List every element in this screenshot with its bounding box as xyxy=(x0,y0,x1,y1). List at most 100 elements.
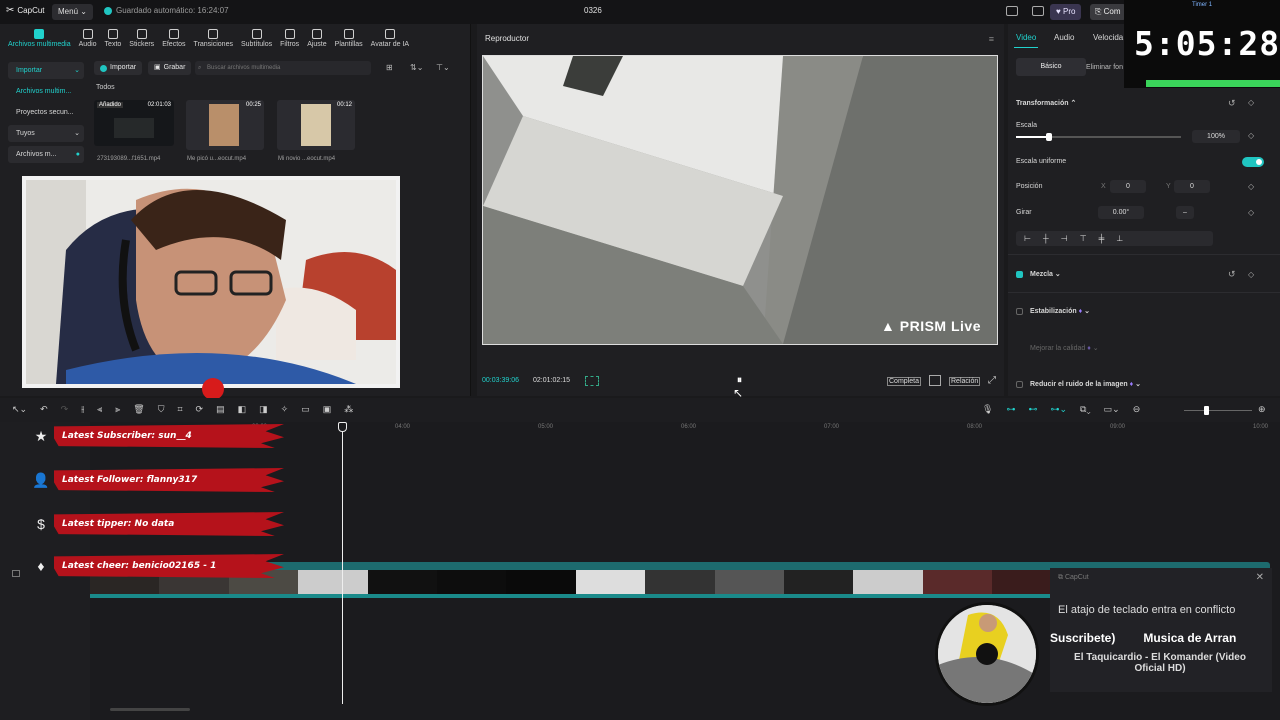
reverse-icon[interactable]: ◧ xyxy=(238,404,247,415)
snap-icon[interactable]: ⊷ xyxy=(1028,404,1037,415)
record-button[interactable]: ▣ Grabar xyxy=(148,61,192,75)
zoom-slider-knob[interactable] xyxy=(1204,406,1209,415)
keyframe-icon[interactable]: ◇ xyxy=(1248,182,1254,191)
delete-icon[interactable]: 🗑 xyxy=(133,404,144,415)
tab-plantillas[interactable]: Plantillas xyxy=(331,24,367,50)
split-view-icon[interactable]: ⧉⌄ xyxy=(1080,404,1091,415)
transform-heading[interactable]: Transformación ⌃ xyxy=(1016,99,1076,107)
video-preview[interactable]: ▲ PRISM Live xyxy=(482,55,998,345)
blend-checkbox[interactable] xyxy=(1016,271,1023,278)
tab-avatar-de-ia[interactable]: Avatar de IA xyxy=(367,24,413,50)
close-icon[interactable]: ✕ xyxy=(1256,572,1264,583)
tab-ajuste[interactable]: Ajuste xyxy=(303,24,330,50)
tab-efectos[interactable]: Efectos xyxy=(158,24,189,50)
noise-checkbox[interactable] xyxy=(1016,381,1023,388)
position-y-field[interactable]: 0 xyxy=(1174,180,1210,193)
zoom-out-icon[interactable]: ⊖ xyxy=(1133,404,1141,415)
import-category[interactable]: Importar ⌄ xyxy=(8,62,84,79)
menu-button[interactable]: Menú ⌄ xyxy=(52,4,93,20)
media-item-3[interactable]: 00:12 xyxy=(277,100,355,150)
track-cover-icon[interactable] xyxy=(12,570,20,577)
media-item-2[interactable]: 00:25 xyxy=(186,100,264,150)
caption-icon[interactable]: ▭ xyxy=(301,404,310,415)
motion-icon[interactable]: ⁂ xyxy=(344,404,353,415)
sidebar-item-projects[interactable]: Proyectos secun... xyxy=(8,104,84,121)
undo-icon[interactable]: ↶ xyxy=(40,404,48,415)
reduce-noise-label[interactable]: Reducir el ruido de la imagen ♦ ⌄ xyxy=(1030,380,1141,388)
speed-icon[interactable]: ⟳ xyxy=(196,404,204,415)
keyframe-icon[interactable]: ◇ xyxy=(1248,131,1254,140)
playhead[interactable] xyxy=(342,422,343,704)
stabilize-checkbox[interactable] xyxy=(1016,308,1023,315)
share-button[interactable]: ⎘ Com xyxy=(1090,4,1126,20)
player-menu-icon[interactable]: ≡ xyxy=(989,34,994,44)
mark-icon[interactable]: ⛉ xyxy=(158,404,165,415)
sort-icon[interactable]: ⇅⌄ xyxy=(410,63,423,72)
layout-icon[interactable] xyxy=(1006,6,1018,16)
split-left-icon[interactable]: ⫷ xyxy=(97,404,102,415)
flip-button[interactable]: – xyxy=(1176,206,1194,219)
align-bottom-icon[interactable]: ⊥ xyxy=(1116,231,1123,246)
shortcuts-icon[interactable] xyxy=(1032,6,1044,16)
align-top-icon[interactable]: ⊤ xyxy=(1080,231,1087,246)
tab-subtítulos[interactable]: Subtítulos xyxy=(237,24,276,50)
screenshot-icon[interactable] xyxy=(929,375,941,386)
uniform-scale-toggle[interactable] xyxy=(1242,157,1264,167)
keyframe-icon[interactable]: ◇ xyxy=(1248,98,1254,107)
preview-axis-icon[interactable]: ⊶⌄ xyxy=(1050,404,1067,415)
freeze-icon[interactable]: ▤ xyxy=(216,404,225,415)
align-center-icon[interactable]: ┼ xyxy=(1043,231,1049,246)
tab-texto[interactable]: Texto xyxy=(101,24,126,50)
image-icon[interactable]: ▣ xyxy=(323,404,332,415)
mirror-icon[interactable]: ◨ xyxy=(259,404,268,415)
tab-archivos-multimedia[interactable]: Archivos multimedia xyxy=(4,24,75,50)
scale-field[interactable]: 100% xyxy=(1192,130,1240,143)
full-quality-button[interactable]: Completa xyxy=(887,377,921,386)
filter-icon[interactable]: ⊤⌄ xyxy=(436,63,450,72)
redo-icon[interactable]: ↷ xyxy=(61,404,69,415)
rotate-field[interactable]: 0.00° xyxy=(1098,206,1144,219)
align-middle-icon[interactable]: ╪ xyxy=(1099,231,1105,246)
reset-icon[interactable]: ↺ xyxy=(1228,98,1236,109)
keyframe-icon[interactable]: ◇ xyxy=(1248,270,1254,279)
pro-button[interactable]: ♥ Pro xyxy=(1050,4,1082,20)
sidebar-item-files[interactable]: Archivos m... ● xyxy=(8,146,84,163)
tab-speed[interactable]: Velocida xyxy=(1093,33,1123,42)
sidebar-item-yours[interactable]: Tuyos ⌄ xyxy=(8,125,84,142)
split-icon[interactable]: ⫲ xyxy=(81,404,84,415)
import-button[interactable]: Importar xyxy=(94,61,143,75)
zoom-slider[interactable] xyxy=(1184,406,1252,415)
search-input[interactable]: ⌕ Buscar archivos multimedia xyxy=(195,61,371,75)
scale-slider-knob[interactable] xyxy=(1046,133,1052,141)
fullscreen-icon[interactable]: ⤢ xyxy=(988,375,996,386)
tab-audio[interactable]: Audio xyxy=(1054,33,1074,42)
pause-button[interactable]: ⏸ xyxy=(737,375,742,386)
sidebar-item-media[interactable]: Archivos multim... xyxy=(8,83,84,100)
link-icon[interactable]: ⊶ xyxy=(1006,404,1015,415)
stabilize-label[interactable]: Estabilización ♦ ⌄ xyxy=(1030,307,1090,315)
magic-icon[interactable]: ✧ xyxy=(281,404,289,415)
tab-audio[interactable]: Audio xyxy=(75,24,101,50)
tab-transiciones[interactable]: Transiciones xyxy=(190,24,237,50)
align-left-icon[interactable]: ⊢ xyxy=(1024,231,1031,246)
aspect-ratio-button[interactable]: Relación xyxy=(949,377,981,386)
media-item-1[interactable]: Añadido 02:01:03 xyxy=(94,100,174,146)
align-right-icon[interactable]: ⊣ xyxy=(1061,231,1068,246)
reset-icon[interactable]: ↺ xyxy=(1228,269,1236,280)
tab-video[interactable]: Video xyxy=(1016,33,1036,42)
blend-label[interactable]: Mezcla ⌄ xyxy=(1030,270,1061,278)
keyframe-icon[interactable]: ◇ xyxy=(1248,208,1254,217)
select-tool-icon[interactable]: ↖⌄ xyxy=(12,404,27,415)
crop-icon[interactable]: ⌗ xyxy=(177,404,182,415)
grid-view-icon[interactable]: ⊞ xyxy=(386,63,393,72)
position-x-field[interactable]: 0 xyxy=(1110,180,1146,193)
subtab-remove-bg[interactable]: Eliminar fon xyxy=(1086,64,1123,71)
scale-slider[interactable] xyxy=(1016,133,1181,141)
horizontal-scrollbar[interactable] xyxy=(110,708,190,711)
caption-view-icon[interactable]: ▭⌄ xyxy=(1104,404,1120,415)
tab-stickers[interactable]: Stickers xyxy=(125,24,158,50)
tab-filtros[interactable]: Filtros xyxy=(276,24,303,50)
microphone-icon[interactable]: 🎙 xyxy=(982,404,993,415)
playhead-handle[interactable] xyxy=(338,422,347,432)
split-right-icon[interactable]: ⫸ xyxy=(115,404,120,415)
